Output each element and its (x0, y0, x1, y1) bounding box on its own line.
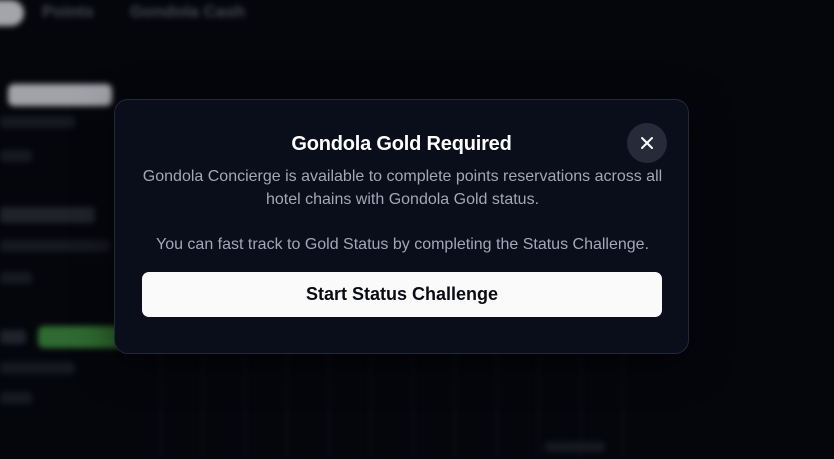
modal-description: Gondola Concierge is available to comple… (142, 168, 663, 208)
status-badge-gray (8, 84, 112, 106)
background-subtext (0, 362, 75, 374)
status-badge-green (38, 326, 123, 348)
background-subtext (0, 272, 32, 284)
modal-note: You can fast track to Gold Status by com… (155, 236, 650, 253)
background-subtext (0, 150, 32, 162)
gold-required-modal: Gondola Gold Required Gondola Concierge … (114, 99, 689, 354)
background-row-2 (0, 207, 95, 223)
start-status-challenge-button[interactable]: Start Status Challenge (142, 272, 662, 317)
modal-title: Gondola Gold Required (291, 133, 512, 155)
background-subtext (0, 240, 110, 252)
tab-points[interactable]: Points (24, 0, 112, 26)
tab-gondola-cash[interactable]: Gondola Cash (112, 0, 263, 26)
background-subtext (0, 116, 75, 128)
background-footer (545, 442, 605, 452)
background-tabs: Points Gondola Cash (0, 0, 263, 26)
background-subtext (0, 392, 32, 404)
background-row-3 (0, 326, 123, 348)
background-row-1 (0, 84, 112, 106)
tab-active[interactable] (0, 0, 24, 26)
page: Points Gondola Cash Gondola Gold Require… (0, 0, 834, 459)
